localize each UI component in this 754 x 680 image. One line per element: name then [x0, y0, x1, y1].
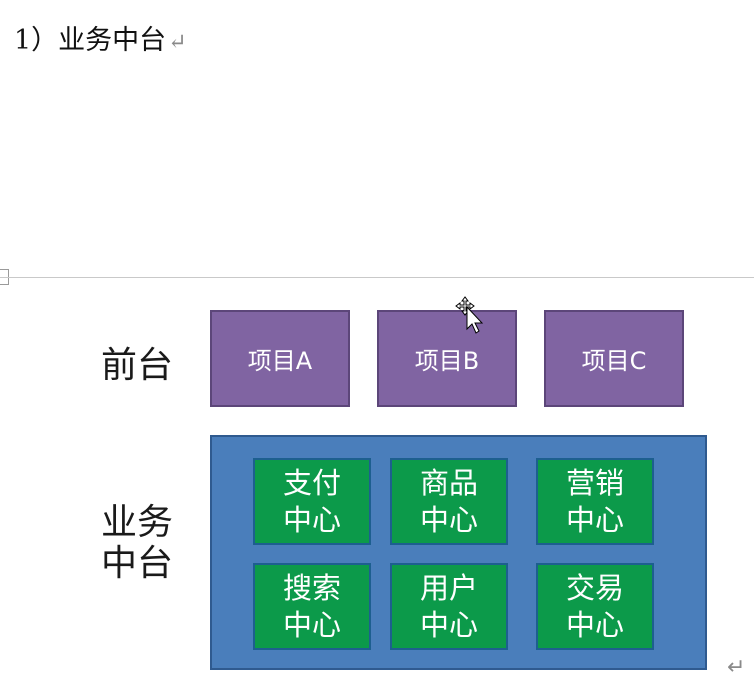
product-center-box[interactable]: 商品 中心: [390, 458, 508, 545]
project-b-box[interactable]: 项目B: [377, 310, 517, 407]
marketing-center-line2: 中心: [565, 502, 624, 537]
business-middle-platform[interactable]: 支付 中心 商品 中心 营销 中心 搜索 中心 用户 中心 交易 中心: [210, 435, 707, 670]
project-a-box[interactable]: 项目A: [210, 310, 350, 407]
page-break-line: [0, 277, 754, 278]
middle-layer-label: 业务 中台: [92, 502, 182, 584]
trade-center-box[interactable]: 交易 中心: [536, 563, 654, 650]
user-center-line2: 中心: [419, 607, 478, 642]
project-c-label: 项目C: [581, 347, 647, 375]
user-center-line1: 用户: [419, 570, 478, 605]
section-heading: 1）业务中台↵: [14, 18, 187, 57]
payment-center-line2: 中心: [282, 502, 341, 537]
product-center-line2: 中心: [419, 502, 478, 537]
trade-center-line1: 交易: [565, 570, 624, 605]
project-a-label: 项目A: [247, 347, 313, 375]
heading-text: 1）业务中台: [14, 25, 167, 56]
front-layer-text: 前台: [100, 345, 173, 386]
product-center-line1: 商品: [419, 465, 478, 500]
middle-layer-text-line1: 业务: [100, 502, 173, 543]
user-center-box[interactable]: 用户 中心: [390, 563, 508, 650]
marketing-center-box[interactable]: 营销 中心: [536, 458, 654, 545]
search-center-line2: 中心: [282, 607, 341, 642]
middle-layer-text-line2: 中台: [100, 543, 173, 584]
trade-center-line2: 中心: [565, 607, 624, 642]
project-c-box[interactable]: 项目C: [544, 310, 684, 407]
paragraph-return-icon: ↵: [168, 30, 187, 55]
project-b-label: 项目B: [414, 347, 480, 375]
marketing-center-line1: 营销: [565, 465, 624, 500]
move-cursor-icon: [455, 295, 485, 339]
payment-center-box[interactable]: 支付 中心: [253, 458, 371, 545]
payment-center-line1: 支付: [282, 465, 341, 500]
search-center-box[interactable]: 搜索 中心: [253, 563, 371, 650]
end-paragraph-icon: ↵: [727, 655, 746, 680]
search-center-line1: 搜索: [282, 570, 341, 605]
front-layer-label: 前台: [92, 345, 182, 386]
